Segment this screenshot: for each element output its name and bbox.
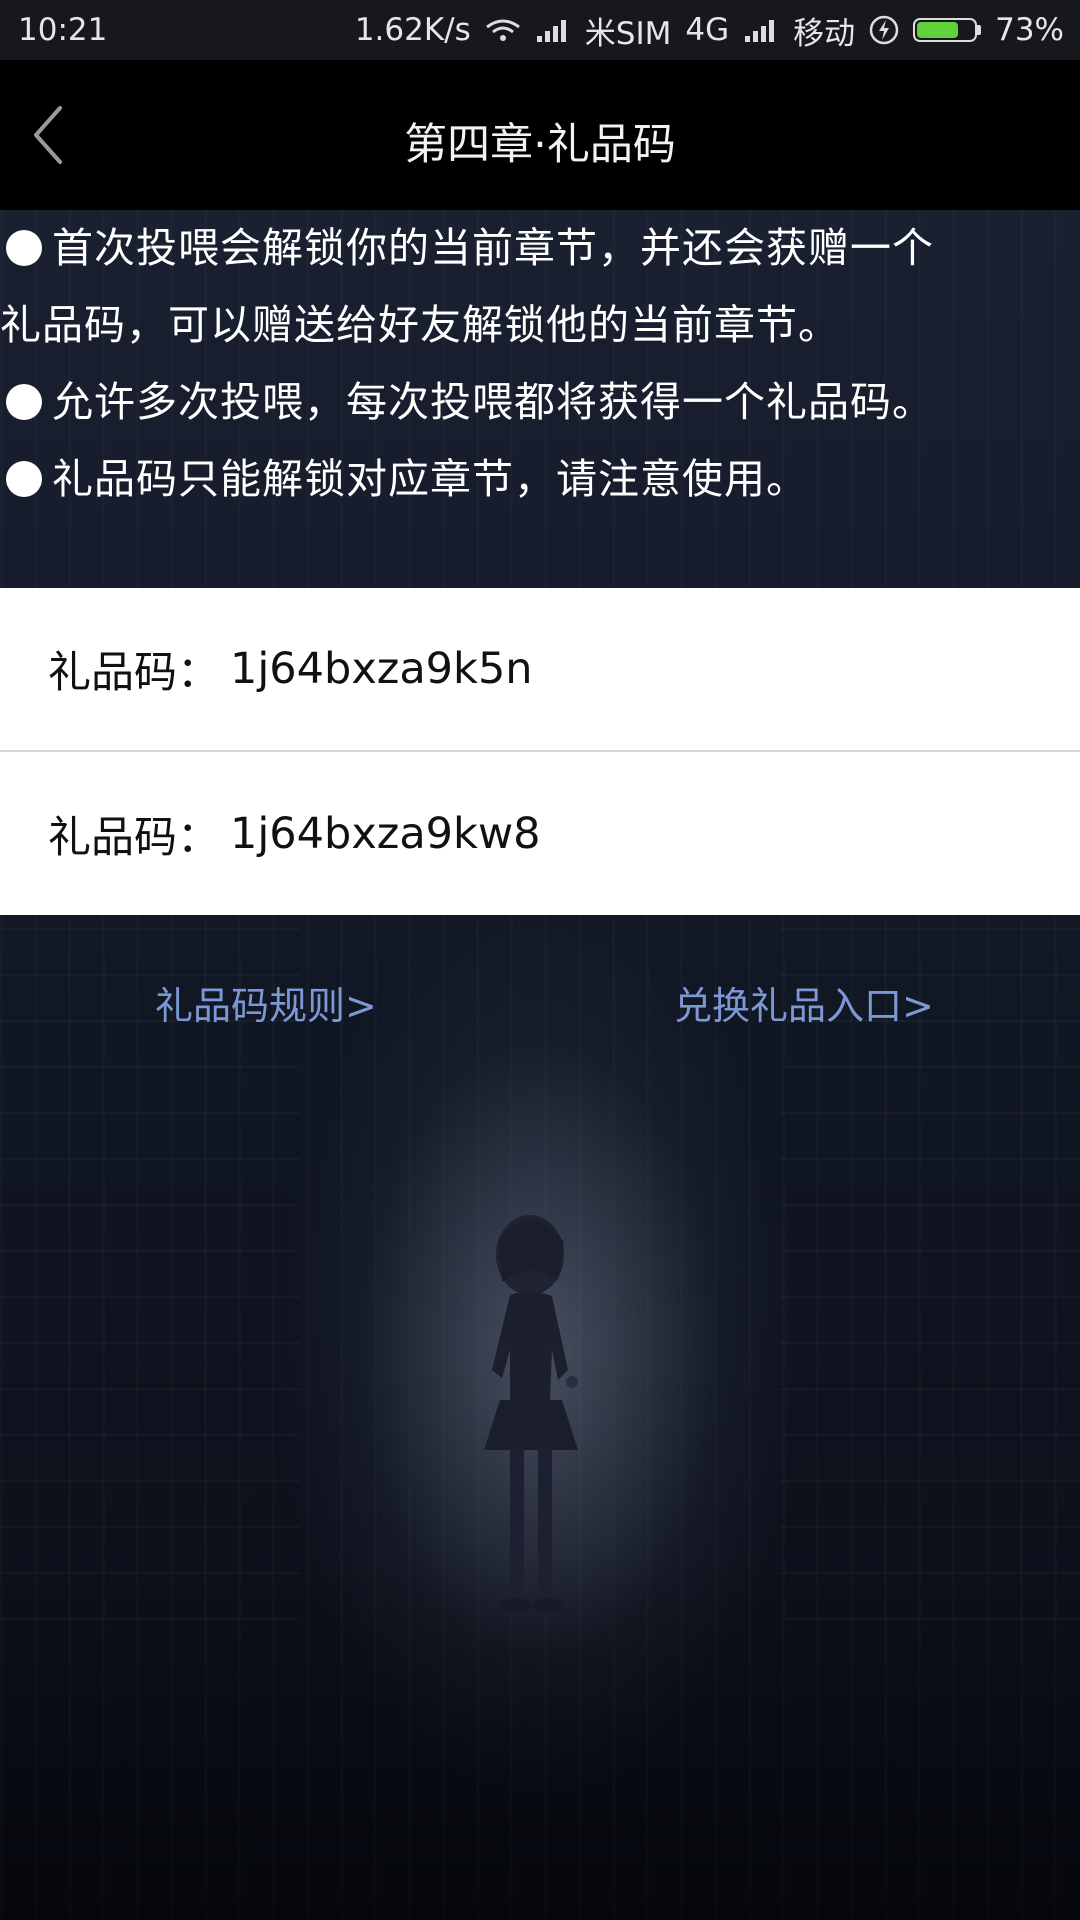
bullet-icon [6,461,42,497]
rule-text: 首次投喂会解锁你的当前章节，并还会获赠一个 [52,224,934,272]
rule-line: 礼品码，可以赠送给好友解锁他的当前章节。 [0,287,1080,364]
signal-icon [536,20,566,42]
carrier-sim: 米SIM [584,15,672,52]
bullet-icon [6,230,42,266]
gift-code-label: 礼品码： [48,812,220,863]
gift-code-item[interactable]: 礼品码： 1j64bxza9kw8 [0,750,1080,915]
redeem-gift-link[interactable]: 兑换礼品入口> [674,975,934,1030]
rule-text: 礼品码只能解锁对应章节，请注意使用。 [52,455,808,503]
gift-code-list: 礼品码： 1j64bxza9k5n 礼品码： 1j64bxza9kw8 [0,588,1080,915]
status-indicators: 1.62K/s 米SIM 4G 移动 73% [355,8,1064,53]
bullet-icon [6,384,42,420]
signal-icon [745,20,775,42]
network-type: 4G [685,12,730,48]
gift-code-rules-link[interactable]: 礼品码规则> [155,975,377,1030]
rule-text: 礼品码，可以赠送给好友解锁他的当前章节。 [0,301,840,349]
rule-text: 允许多次投喂，每次投喂都将获得一个礼品码。 [52,378,934,426]
battery-percent: 73% [995,12,1064,48]
gift-code-value[interactable]: 1j64bxza9kw8 [230,809,540,859]
charging-icon [869,15,899,45]
status-time: 10:21 [18,12,108,48]
links-row: 礼品码规则> 兑换礼品入口> [0,975,1080,1035]
gift-code-item[interactable]: 礼品码： 1j64bxza9k5n [0,588,1080,750]
nav-bar: 第四章·礼品码 [0,60,1080,210]
carrier-name: 移动 [793,15,856,52]
girl-silhouette-illustration [484,1215,578,1612]
gift-code-label: 礼品码： [48,648,220,698]
wifi-icon [485,19,520,41]
gift-code-value[interactable]: 1j64bxza9k5n [230,644,533,694]
battery-icon [913,18,982,42]
rules-section: 首次投喂会解锁你的当前章节，并还会获赠一个 礼品码，可以赠送给好友解锁他的当前章… [0,210,1080,518]
rule-line: 礼品码只能解锁对应章节，请注意使用。 [0,441,1080,518]
status-bar: 10:21 1.62K/s 米SIM 4G 移动 73% [0,0,1080,60]
rule-line: 允许多次投喂，每次投喂都将获得一个礼品码。 [0,364,1080,441]
rule-line: 首次投喂会解锁你的当前章节，并还会获赠一个 [0,210,1080,287]
network-speed: 1.62K/s [354,12,471,48]
page-title: 第四章·礼品码 [404,120,676,170]
